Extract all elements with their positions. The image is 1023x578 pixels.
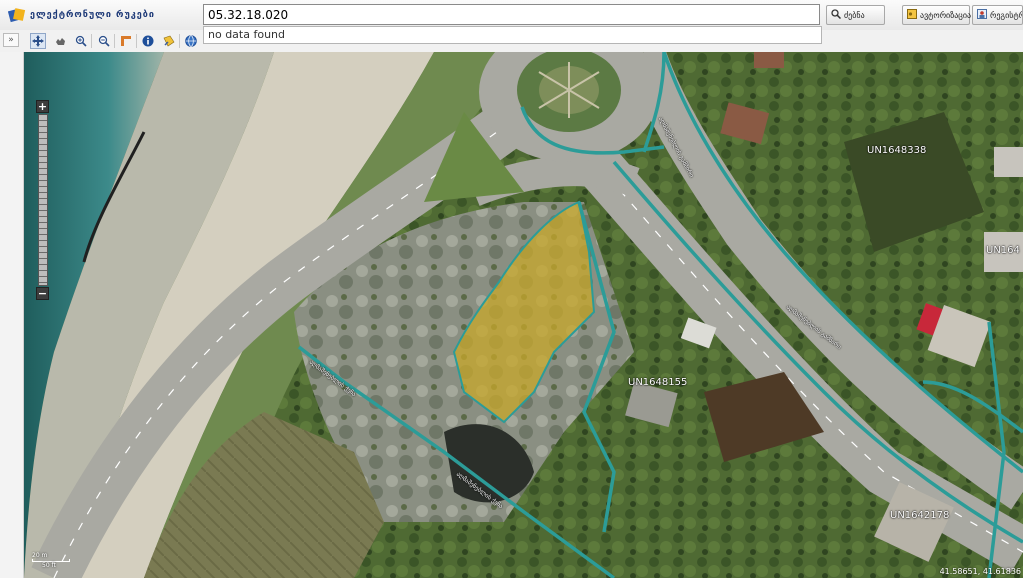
hand-icon bbox=[56, 38, 65, 45]
parcel-label: UN1648338 bbox=[867, 145, 927, 156]
pan-icon bbox=[32, 35, 44, 47]
satellite-imagery bbox=[24, 52, 1023, 578]
coordinate-readout: 41.58651, 41.61836 bbox=[939, 567, 1021, 576]
grab-tool[interactable] bbox=[52, 33, 68, 49]
register-button-label: რეგისტრ bbox=[990, 10, 1023, 20]
scale-metric-label: 20 m bbox=[32, 552, 48, 559]
pan-tool[interactable] bbox=[30, 33, 46, 49]
app-logo[interactable]: ელექტრონული რუკები bbox=[8, 6, 155, 24]
parcel-label: UN1642178 bbox=[890, 510, 950, 521]
zoom-in-tool[interactable] bbox=[73, 33, 89, 49]
panel-collapse-button[interactable]: » bbox=[3, 33, 19, 47]
zoom-slider[interactable] bbox=[38, 114, 48, 286]
zoom-in-icon bbox=[75, 35, 87, 47]
register-button[interactable]: რეგისტრ bbox=[972, 5, 1023, 25]
login-button[interactable]: ავტორიზაცია bbox=[902, 5, 972, 25]
globe-tool[interactable] bbox=[183, 33, 199, 49]
search-button-label: ძებნა bbox=[844, 10, 865, 20]
app-title: ელექტრონული რუკები bbox=[30, 10, 155, 20]
zoom-out-button[interactable]: − bbox=[36, 287, 49, 300]
parcel-label: UN1648155 bbox=[628, 377, 688, 388]
search-button[interactable]: ძებნა bbox=[826, 5, 885, 25]
measure-tool[interactable] bbox=[118, 33, 134, 49]
info-tool[interactable] bbox=[140, 33, 156, 49]
highlight-tool[interactable] bbox=[161, 33, 177, 49]
map-canvas[interactable]: + − UN1648338 UN164 UN1648155 UN1642178 … bbox=[24, 52, 1023, 578]
search-suggestion[interactable]: no data found bbox=[203, 26, 822, 44]
scale-imperial-label: 50 ft bbox=[42, 562, 56, 569]
globe-icon bbox=[185, 35, 197, 47]
zoom-control: + − bbox=[36, 100, 50, 300]
info-icon bbox=[142, 35, 154, 47]
parcel-label: UN164 bbox=[986, 245, 1020, 256]
login-button-label: ავტორიზაცია bbox=[920, 10, 972, 20]
zoom-out-icon bbox=[98, 35, 110, 47]
measure-icon bbox=[121, 36, 131, 46]
map-scale: 20 m 50 ft bbox=[32, 552, 72, 569]
side-panel-strip[interactable] bbox=[0, 52, 24, 578]
logo-icon bbox=[8, 8, 26, 23]
zoom-out-tool[interactable] bbox=[96, 33, 112, 49]
search-input[interactable] bbox=[203, 4, 820, 25]
zoom-in-button[interactable]: + bbox=[36, 100, 49, 113]
highlight-icon bbox=[163, 35, 175, 47]
user-icon bbox=[977, 9, 987, 21]
key-icon bbox=[907, 9, 917, 21]
magnifier-icon bbox=[831, 9, 842, 21]
